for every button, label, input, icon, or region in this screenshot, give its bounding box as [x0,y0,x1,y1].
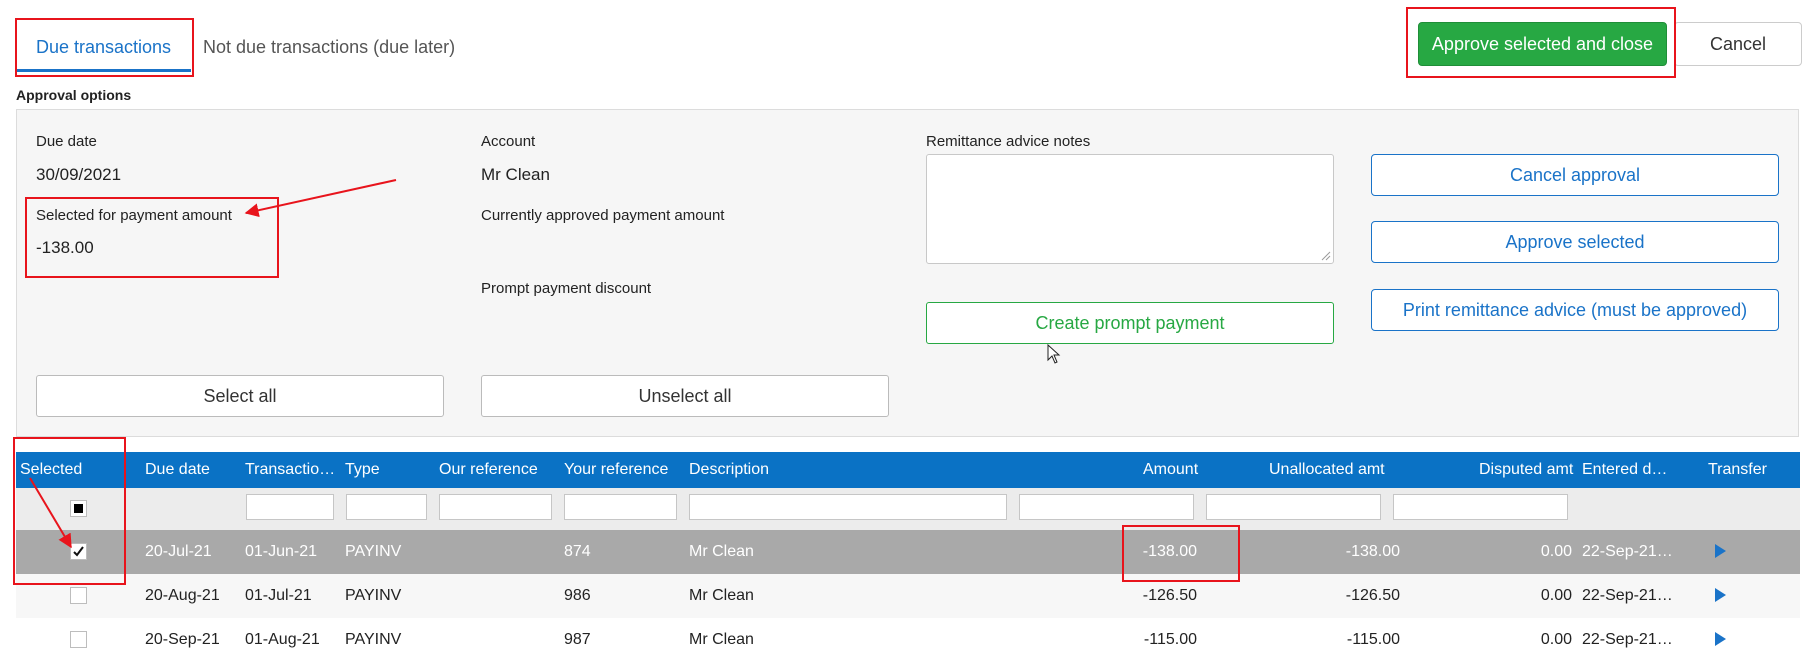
annotation-arrows [29,179,397,549]
annotation-arrow-checkbox [29,477,72,549]
annotation-arrow-selected-amount [244,179,397,218]
